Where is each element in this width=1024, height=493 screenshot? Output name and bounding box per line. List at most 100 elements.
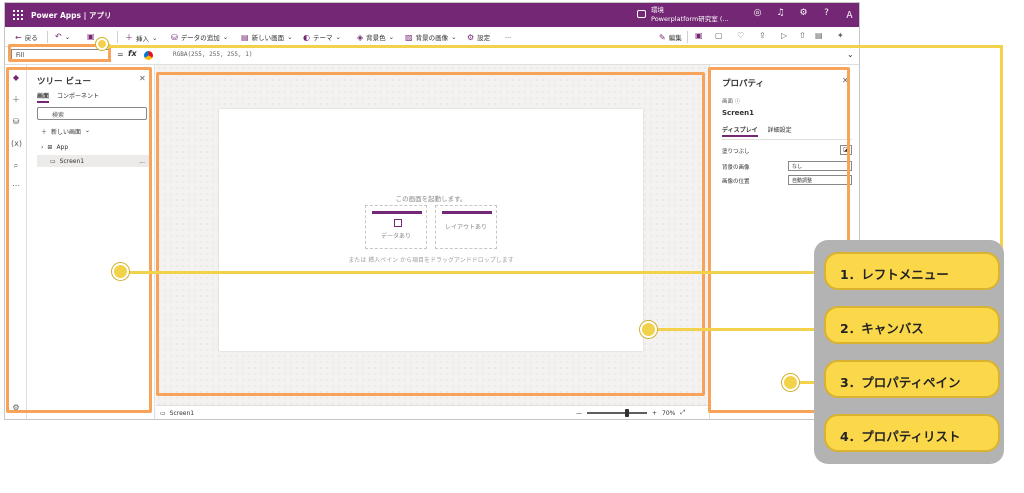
close-icon[interactable]: ✕ <box>842 76 849 85</box>
account-icon[interactable]: Ａ <box>843 8 856 21</box>
template-with-layout[interactable]: レイアウトあり <box>435 205 497 249</box>
color-picker-icon[interactable] <box>144 51 153 60</box>
template-with-data[interactable]: データあり <box>365 205 427 249</box>
save-status-icon[interactable]: ▤ <box>815 31 823 40</box>
image-icon: ▨ <box>405 32 413 42</box>
leader-line-4-top <box>103 45 1003 48</box>
undo-button[interactable]: ↶ ⌄ <box>55 32 70 41</box>
fill-color-picker[interactable]: ◪ <box>840 145 852 155</box>
canvas-drag-hint: または 挿入ペイン から項目をドラッグアンドドロップします <box>348 257 514 264</box>
help-icon[interactable]: ? <box>820 8 833 21</box>
fx-icon[interactable]: fx <box>128 49 137 58</box>
marker-dot-1 <box>112 263 129 280</box>
back-button[interactable]: ← 戻る <box>15 32 38 43</box>
control-name: Screen1 <box>722 109 754 117</box>
help-icon[interactable]: ⓘ <box>735 99 741 105</box>
undo-icon: ↶ <box>55 32 62 41</box>
environment-name: Powerplatform研究室 (... <box>651 15 729 23</box>
tree-view-icon[interactable]: ◆ <box>11 73 21 83</box>
legend-item-left-menu: 1．レフトメニュー <box>824 252 1000 290</box>
marker-dot-4 <box>96 38 108 50</box>
copilot-icon[interactable]: ◎ <box>751 8 764 21</box>
tree-node-screen1[interactable]: ▭ Screen1 ... <box>37 155 149 167</box>
canvas-hint: この画面を起動します。 <box>395 195 467 203</box>
chevron-down-icon: ⌄ <box>152 33 158 42</box>
new-screen-button[interactable]: ▤ 新しい画面 ⌄ <box>241 32 293 43</box>
health-icon[interactable]: ♡ <box>737 31 744 40</box>
property-row-image-position: 画像の位置 自動調整 <box>722 175 852 186</box>
plus-icon: ＋ <box>41 129 48 136</box>
settings-gear-icon[interactable]: ⚙ <box>797 8 810 21</box>
zoom-slider-thumb[interactable] <box>625 409 629 417</box>
divider <box>687 31 688 43</box>
paint-bucket-icon: ◈ <box>357 32 364 42</box>
property-dropdown[interactable]: Fill <box>11 49 111 62</box>
chevron-right-icon[interactable]: › <box>41 144 43 151</box>
play-icon[interactable]: ▷ <box>781 31 787 40</box>
more-commands-button[interactable]: ... <box>505 32 511 40</box>
gear-icon: ⚙ <box>467 32 475 42</box>
marker-dot-3 <box>782 374 799 391</box>
screen-breadcrumb[interactable]: ▭ Screen1 <box>160 410 194 417</box>
settings-gear-icon[interactable]: ⚙ <box>11 403 21 413</box>
chevron-down-icon: ⌄ <box>451 33 457 41</box>
background-color-button[interactable]: ◈ 背景色 ⌄ <box>357 32 394 43</box>
node-more-button[interactable]: ... <box>139 158 145 165</box>
power-apps-studio-window: Power Apps | アプリ 環境 Powerplatform研究室 (..… <box>4 2 860 420</box>
notification-icon[interactable]: ♫ <box>774 8 787 21</box>
legend-item-property-list: 4．プロパティリスト <box>824 414 1000 452</box>
theme-button[interactable]: ◐ テーマ ⌄ <box>303 32 341 43</box>
save-icon: ▣ <box>87 32 95 41</box>
tab-components[interactable]: コンポーネント <box>57 91 99 103</box>
close-icon[interactable]: ✕ <box>139 74 146 83</box>
tab-screens[interactable]: 画面 <box>37 91 50 103</box>
chevron-down-icon: ⌄ <box>85 127 91 134</box>
copilot-pane-icon[interactable]: ✦ <box>837 31 844 40</box>
data-icon[interactable]: ⛁ <box>11 117 21 127</box>
pencil-icon: ✎ <box>659 32 666 42</box>
search-icon[interactable]: ⌕ <box>11 161 21 171</box>
settings-button[interactable]: ⚙ 設定 <box>467 32 490 43</box>
divider <box>722 139 852 140</box>
share-icon[interactable]: ⇪ <box>759 31 766 40</box>
app-icon: ⊞ <box>47 143 53 151</box>
formula-input[interactable]: RGBA(255, 255, 255, 1) <box>163 49 845 62</box>
status-bar: ▭ Screen1 — + 70% ⤢ <box>156 405 709 419</box>
back-arrow-icon: ← <box>15 32 22 42</box>
zoom-in-button[interactable]: + <box>652 410 657 417</box>
tab-advanced[interactable]: 詳細設定 <box>768 125 792 137</box>
bg-image-dropdown[interactable]: なし <box>788 161 852 171</box>
equals-sign: = <box>117 50 124 59</box>
publish-icon[interactable]: ⇧ <box>799 31 806 40</box>
grid-icon <box>394 219 402 227</box>
environment-picker[interactable]: 環境 Powerplatform研究室 (... <box>651 6 729 24</box>
insert-icon[interactable]: ＋ <box>11 95 21 105</box>
zoom-out-button[interactable]: — <box>576 410 582 417</box>
screen-canvas[interactable]: この画面を起動します。 データあり レイアウトあり または 挿入ペイン から項目… <box>219 109 643 351</box>
image-position-dropdown[interactable]: 自動調整 <box>788 175 852 185</box>
screen-icon: ▭ <box>160 410 166 417</box>
plus-icon: ＋ <box>125 33 133 42</box>
chevron-down-icon[interactable]: ⌄ <box>847 50 854 59</box>
background-image-button[interactable]: ▨ 背景の画像 ⌄ <box>405 32 457 43</box>
add-data-button[interactable]: ⛁ データの追加 ⌄ <box>171 32 228 43</box>
tab-display[interactable]: ディスプレイ <box>722 125 758 137</box>
new-screen-icon: ▤ <box>241 32 249 42</box>
variables-icon[interactable]: (x) <box>11 139 22 149</box>
canvas-area[interactable]: この画面を起動します。 データあり レイアウトあり または 挿入ペイン から項目… <box>156 65 709 405</box>
edit-button[interactable]: ✎ 編集 <box>659 32 682 43</box>
leader-line-1 <box>120 271 824 274</box>
app-checker-icon[interactable]: ▣ <box>695 31 703 40</box>
tree-node-app[interactable]: › ⊞ App <box>37 141 149 153</box>
more-icon[interactable]: ⋯ <box>11 181 21 191</box>
new-screen-button[interactable]: ＋ 新しい画面 ⌄ <box>41 127 90 136</box>
tree-search-input[interactable]: 検索 <box>37 107 147 120</box>
comment-icon[interactable]: ▢ <box>715 31 723 40</box>
insert-button[interactable]: ＋挿入 ⌄ <box>125 32 157 43</box>
legend-item-property-pane: 3．プロパティペイン <box>824 360 1000 398</box>
zoom-slider[interactable] <box>587 409 647 417</box>
fit-screen-icon[interactable]: ⤢ <box>680 409 685 417</box>
properties-title: プロパティ <box>722 79 764 89</box>
chevron-down-icon: ⌄ <box>335 33 341 41</box>
app-launcher-icon[interactable] <box>13 10 23 20</box>
